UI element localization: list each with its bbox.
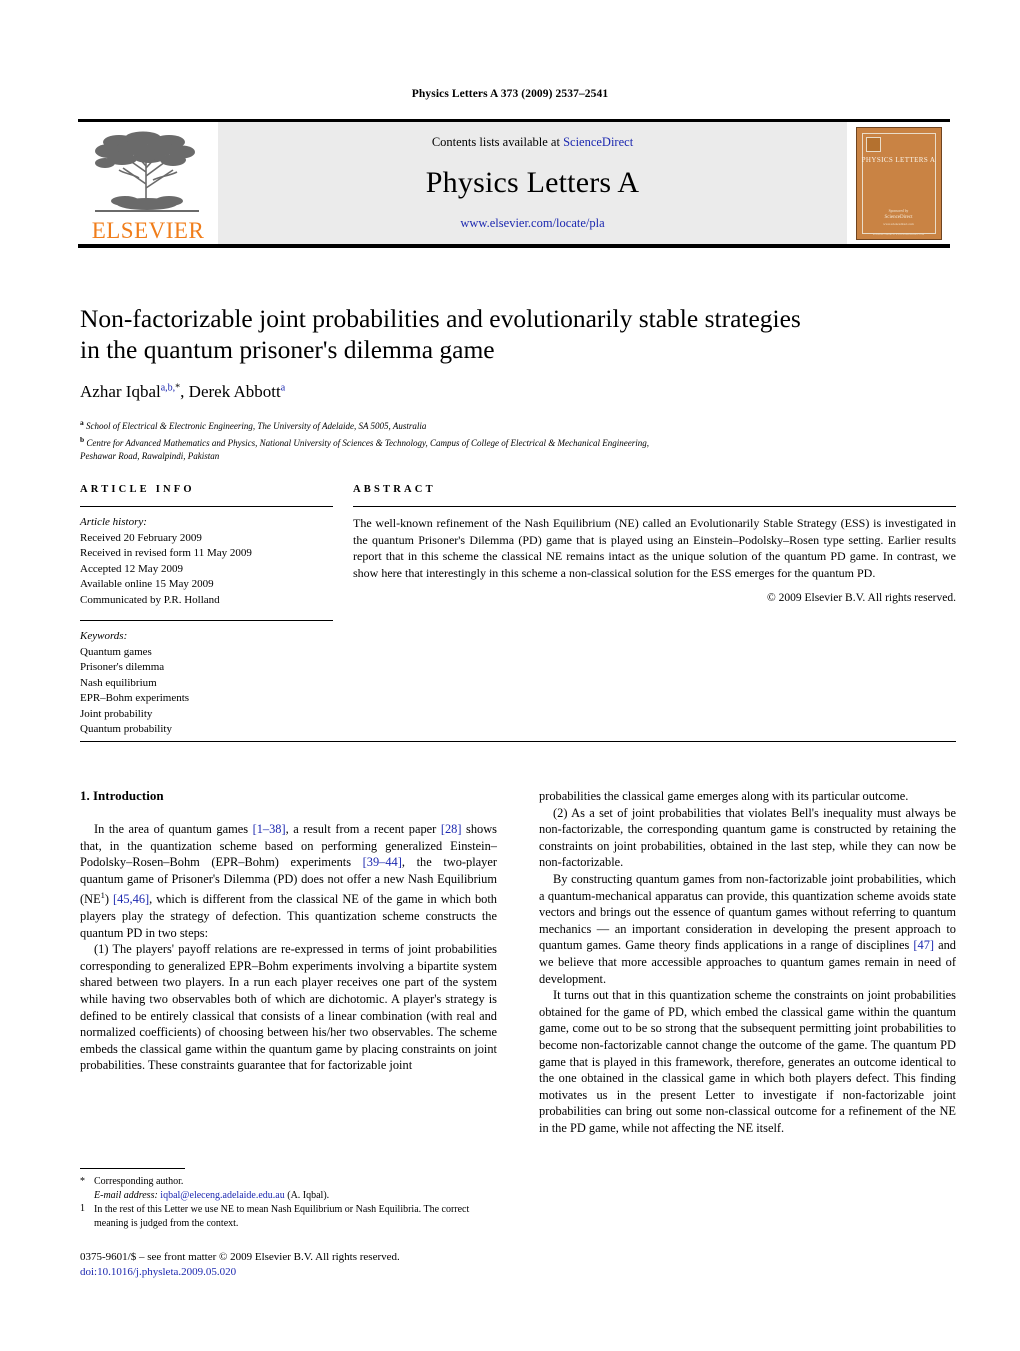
paragraph: (1) The players' payoff relations are re… xyxy=(80,942,497,1073)
abstract-column: ABSTRACT The well-known refinement of th… xyxy=(333,484,956,738)
paragraph: probabilities the classical game emerges… xyxy=(539,789,909,803)
sciencedirect-link[interactable]: ScienceDirect xyxy=(563,135,633,149)
cover-logo-mark xyxy=(865,136,881,152)
keyword-item: Quantum probability xyxy=(80,723,172,735)
journal-url-link[interactable]: www.elsevier.com/locate/pla xyxy=(460,216,604,231)
affiliation-b-cont-text: Peshawar Road, Rawalpindi, Pakistan xyxy=(80,451,220,461)
history-revised: Received in revised form 11 May 2009 xyxy=(80,547,252,559)
keywords-rule xyxy=(80,620,333,621)
elsevier-tree-icon xyxy=(95,131,199,212)
affiliation-b: b Centre for Advanced Mathematics and Ph… xyxy=(80,433,956,450)
footnote-block: * Corresponding author. E-mail address: … xyxy=(80,1168,497,1231)
abstract-rule xyxy=(353,506,956,507)
body-two-column-layout: 1. Introduction In the area of quantum g… xyxy=(80,788,956,1136)
body-right-column: probabilities the classical game emerges… xyxy=(539,788,956,1136)
affiliation-b-mark: b xyxy=(80,435,85,444)
citation-reference[interactable]: [39–44] xyxy=(363,855,402,869)
citation-reference[interactable]: [45,46] xyxy=(113,893,149,907)
abstract-text: The well-known refinement of the Nash Eq… xyxy=(353,516,956,580)
history-available-online: Available online 15 May 2009 xyxy=(80,578,214,590)
body-top-divider xyxy=(80,741,956,742)
author-list: Azhar Iqbala,b,*, Derek Abbotta xyxy=(80,382,956,402)
contents-prefix: Contents lists available at xyxy=(431,135,564,149)
history-accepted: Accepted 12 May 2009 xyxy=(80,562,183,575)
title-line-2: in the quantum prisoner's dilemma game xyxy=(80,335,495,364)
cover-journal-title: PHYSICS LETTERS A xyxy=(861,155,936,164)
paragraph: It turns out that in this quantization s… xyxy=(539,988,956,1135)
masthead-bottom-rule xyxy=(78,244,950,248)
cover-sponsor-label: Sponsored by xyxy=(888,208,909,213)
author-name-2: Derek Abbott xyxy=(188,382,281,401)
elsevier-wordmark: ELSEVIER xyxy=(91,218,205,243)
cover-sciencedirect-label: ScienceDirect xyxy=(884,214,913,220)
running-head: Physics Letters A 373 (2009) 2537–2541 xyxy=(411,88,609,100)
author-separator: , xyxy=(180,382,189,401)
footnote-star-mark: * xyxy=(80,1176,85,1187)
title-block: Non-factorizable joint probabilities and… xyxy=(80,303,956,463)
author-1-affiliation-marks: a,b, xyxy=(160,382,176,394)
keywords-label: Keywords: xyxy=(80,630,128,642)
copyright-line: © 2009 Elsevier B.V. All rights reserved… xyxy=(767,592,956,604)
citation-reference[interactable]: [28] xyxy=(441,822,462,836)
affiliation-list: a School of Electrical & Electronic Engi… xyxy=(80,416,956,463)
email-owner: (A. Iqbal). xyxy=(287,1190,330,1201)
section-heading-introduction: 1. Introduction xyxy=(80,788,164,803)
author-2-affiliation-marks: a xyxy=(280,382,286,394)
keyword-item: EPR–Bohm experiments xyxy=(80,692,190,704)
paragraph: (2) As a set of joint probabilities that… xyxy=(539,805,956,870)
contents-available-line: Contents lists available at ScienceDirec… xyxy=(432,135,633,150)
footnote-note-1: 1 In the rest of this Letter we use NE t… xyxy=(80,1203,497,1231)
keyword-item: Nash equilibrium xyxy=(80,676,157,689)
footnote-email-line: E-mail address: iqbal@eleceng.adelaide.e… xyxy=(80,1189,497,1203)
footnote-corresponding-text: Corresponding author. xyxy=(94,1176,184,1187)
journal-cover-block: PHYSICS LETTERS A Sponsored by ScienceDi… xyxy=(847,122,950,244)
footnote-reference[interactable]: 1 xyxy=(101,890,105,900)
affiliation-a-mark: a xyxy=(80,418,84,427)
email-link[interactable]: iqbal@eleceng.adelaide.edu.au xyxy=(160,1190,284,1201)
footnote-number-mark: 1 xyxy=(80,1203,85,1214)
cover-availability-note: available online at www.sciencedirect.co… xyxy=(872,231,925,236)
article-info-column: ARTICLE INFO Article history: Received 2… xyxy=(80,484,333,738)
keyword-item: Prisoner's dilemma xyxy=(80,661,165,673)
affiliation-b-text: Centre for Advanced Mathematics and Phys… xyxy=(86,438,649,448)
citation-reference[interactable]: [1–38] xyxy=(253,822,286,836)
keyword-item: Quantum games xyxy=(80,645,152,658)
history-communicated-by: Communicated by P.R. Holland xyxy=(80,593,220,606)
footnote-rule xyxy=(80,1168,185,1169)
article-info-rule xyxy=(80,506,333,507)
paragraph: By constructing quantum games from non-f… xyxy=(539,871,956,986)
doi-link[interactable]: doi:10.1016/j.physleta.2009.05.020 xyxy=(80,1265,500,1280)
sciencedirect-band: Contents lists available at ScienceDirec… xyxy=(218,122,847,244)
cover-sciencedirect-url: www.sciencedirect.com xyxy=(883,221,914,226)
paper-page: Physics Letters A 373 (2009) 2537–2541 E… xyxy=(0,0,1020,1351)
journal-title: Physics Letters A xyxy=(425,166,640,199)
keyword-item: Joint probability xyxy=(80,707,153,720)
footnote-note-1-text: In the rest of this Letter we use NE to … xyxy=(94,1204,470,1229)
page-title: Non-factorizable joint probabilities and… xyxy=(80,303,956,365)
article-info-heading: ARTICLE INFO xyxy=(80,484,195,495)
affiliation-a-text: School of Electrical & Electronic Engine… xyxy=(86,421,427,431)
affiliation-a: a School of Electrical & Electronic Engi… xyxy=(80,416,956,433)
journal-masthead: ELSEVIER Contents lists available at Sci… xyxy=(78,119,950,248)
author-name-1: Azhar Iqbal xyxy=(80,382,161,401)
history-received: Received 20 February 2009 xyxy=(80,531,202,544)
affiliation-b-cont: Peshawar Road, Rawalpindi, Pakistan xyxy=(80,450,956,463)
journal-cover-thumbnail: PHYSICS LETTERS A Sponsored by ScienceDi… xyxy=(855,126,942,240)
paragraph: In the area of quantum games [1–38], a r… xyxy=(80,822,497,940)
issn-front-matter-line: 0375-9601/$ – see front matter © 2009 El… xyxy=(80,1251,400,1263)
body-left-column: 1. Introduction In the area of quantum g… xyxy=(80,788,497,1136)
email-address-label: E-mail address: xyxy=(94,1190,158,1201)
abstract-heading: ABSTRACT xyxy=(353,484,436,495)
citation-reference[interactable]: [47] xyxy=(913,938,934,952)
title-line-1: Non-factorizable joint probabilities and… xyxy=(80,304,801,333)
issn-footer: 0375-9601/$ – see front matter © 2009 El… xyxy=(80,1250,500,1280)
elsevier-logo: ELSEVIER xyxy=(78,122,218,244)
footnote-corresponding-author: * Corresponding author. xyxy=(80,1175,497,1189)
info-abstract-section: ARTICLE INFO Article history: Received 2… xyxy=(80,484,956,738)
article-history-label: Article history: xyxy=(80,516,147,528)
